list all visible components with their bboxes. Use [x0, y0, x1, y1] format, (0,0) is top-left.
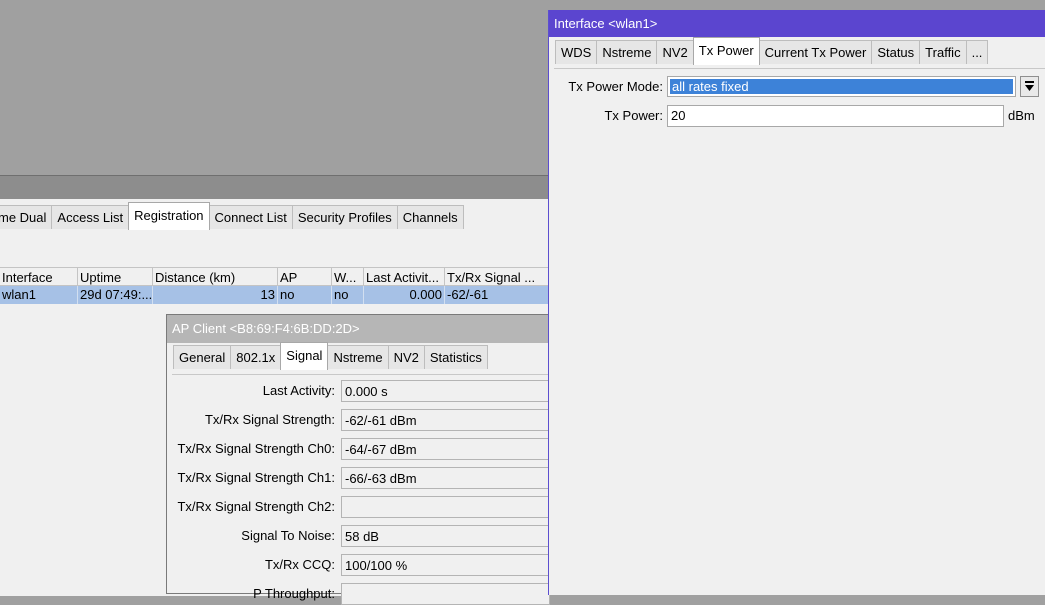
column-uptime[interactable]: Uptime	[78, 267, 153, 286]
field-label: Tx/Rx CCQ:	[264, 557, 335, 572]
tab-nv2[interactable]: NV2	[656, 40, 694, 64]
tx-power-mode-value: all rates fixed	[670, 79, 1013, 94]
tab-connect-list[interactable]: Connect List	[208, 205, 293, 229]
field-value: -62/-61 dBm	[341, 409, 550, 431]
field-signal-strength-ch0: Tx/Rx Signal Strength Ch0: -64/-67 dBm	[172, 438, 550, 460]
column-ap[interactable]: AP	[278, 267, 332, 286]
tab-statistics[interactable]: Statistics	[423, 345, 488, 369]
tab-nstreme[interactable]: Nstreme	[596, 40, 658, 64]
field-last-activity: Last Activity: 0.000 s	[172, 380, 550, 402]
column-interface[interactable]: Interface	[0, 267, 78, 286]
interface-tabs: WDS Nstreme NV2 Tx Power Current Tx Powe…	[555, 37, 989, 65]
tab-nv2[interactable]: NV2	[387, 345, 425, 369]
column-distance[interactable]: Distance (km)	[153, 267, 278, 286]
interface-title[interactable]: Interface <wlan1>	[549, 10, 1045, 37]
tab-8021x[interactable]: 802.1x	[230, 345, 282, 369]
cell-interface: wlan1	[0, 286, 78, 304]
tab-current-tx-power[interactable]: Current Tx Power	[758, 40, 873, 64]
interface-dialog: Interface <wlan1> WDS Nstreme NV2 Tx Pow…	[548, 10, 1045, 595]
tab-tx-power[interactable]: Tx Power	[692, 37, 760, 65]
tx-power-mode-label: Tx Power Mode:	[568, 79, 663, 94]
signal-panel: Last Activity: 0.000 s Tx/Rx Signal Stre…	[172, 374, 550, 605]
tx-power-mode-select[interactable]: all rates fixed	[667, 76, 1016, 97]
tab-signal[interactable]: Signal	[280, 342, 329, 370]
cell-ap: no	[278, 286, 332, 304]
field-value	[341, 583, 550, 605]
tab-traffic[interactable]: Traffic	[919, 40, 967, 64]
ap-client-dialog: AP Client <B8:69:F4:6B:DD:2D> General 80…	[166, 314, 550, 605]
field-signal-to-noise: Signal To Noise: 58 dB	[172, 525, 550, 547]
tx-power-label: Tx Power:	[604, 108, 663, 123]
cell-last-activity: 0.000	[364, 286, 445, 304]
field-value	[341, 496, 550, 518]
tx-power-panel: Tx Power Mode: all rates fixed Tx Power:…	[554, 68, 1045, 595]
tab-nstreme[interactable]: Nstreme	[327, 345, 389, 369]
tab-more[interactable]: ...	[965, 40, 989, 64]
column-signal[interactable]: Tx/Rx Signal ...	[445, 267, 549, 286]
tab-registration[interactable]: Registration	[128, 202, 210, 230]
table-row[interactable]: wlan1 29d 07:49:... 13 no no 0.000 -62/-…	[0, 286, 549, 304]
tab-dual[interactable]: me Dual	[0, 205, 53, 229]
tab-security-profiles[interactable]: Security Profiles	[291, 205, 398, 229]
field-ccq: Tx/Rx CCQ: 100/100 %	[172, 554, 550, 576]
field-label: Tx/Rx Signal Strength Ch0:	[177, 441, 335, 456]
field-label: Tx/Rx Signal Strength Ch1:	[177, 470, 335, 485]
registration-titlebar	[0, 176, 549, 199]
registration-table: Interface Uptime Distance (km) AP W... L…	[0, 267, 549, 304]
column-last-activity[interactable]: Last Activit...	[364, 267, 445, 286]
cell-signal: -62/-61	[445, 286, 549, 304]
tab-status[interactable]: Status	[871, 40, 921, 64]
field-signal-strength-ch1: Tx/Rx Signal Strength Ch1: -66/-63 dBm	[172, 467, 550, 489]
cell-distance: 13	[153, 286, 278, 304]
ap-client-title[interactable]: AP Client <B8:69:F4:6B:DD:2D>	[167, 315, 548, 343]
tab-channels[interactable]: Channels	[396, 205, 464, 229]
field-value: 0.000 s	[341, 380, 550, 402]
field-value: -64/-67 dBm	[341, 438, 550, 460]
tx-power-unit: dBm	[1008, 108, 1035, 123]
cell-w: no	[332, 286, 364, 304]
tab-general[interactable]: General	[173, 345, 232, 369]
tab-wds[interactable]: WDS	[555, 40, 598, 64]
arrow-down-icon[interactable]	[1020, 76, 1039, 97]
field-signal-strength: Tx/Rx Signal Strength: -62/-61 dBm	[172, 409, 550, 431]
field-label: Last Activity:	[262, 383, 335, 398]
table-header: Interface Uptime Distance (km) AP W... L…	[0, 267, 549, 286]
field-p-throughput: P Throughput:	[172, 583, 550, 605]
field-value: -66/-63 dBm	[341, 467, 550, 489]
ap-client-tabs: General 802.1x Signal Nstreme NV2 Statis…	[173, 342, 488, 370]
registration-tabs: me Dual Access List Registration Connect…	[0, 202, 464, 230]
cell-uptime: 29d 07:49:...	[80, 286, 153, 304]
field-value: 58 dB	[341, 525, 550, 547]
field-label: Tx/Rx Signal Strength Ch2:	[177, 499, 335, 514]
field-label: Tx/Rx Signal Strength:	[204, 412, 335, 427]
tab-access-list[interactable]: Access List	[51, 205, 130, 229]
field-label: P Throughput:	[253, 586, 335, 601]
field-signal-strength-ch2: Tx/Rx Signal Strength Ch2:	[172, 496, 550, 518]
column-w[interactable]: W...	[332, 267, 364, 286]
field-label: Signal To Noise:	[241, 528, 335, 543]
tx-power-input[interactable]: 20	[667, 105, 1004, 127]
field-value: 100/100 %	[341, 554, 550, 576]
